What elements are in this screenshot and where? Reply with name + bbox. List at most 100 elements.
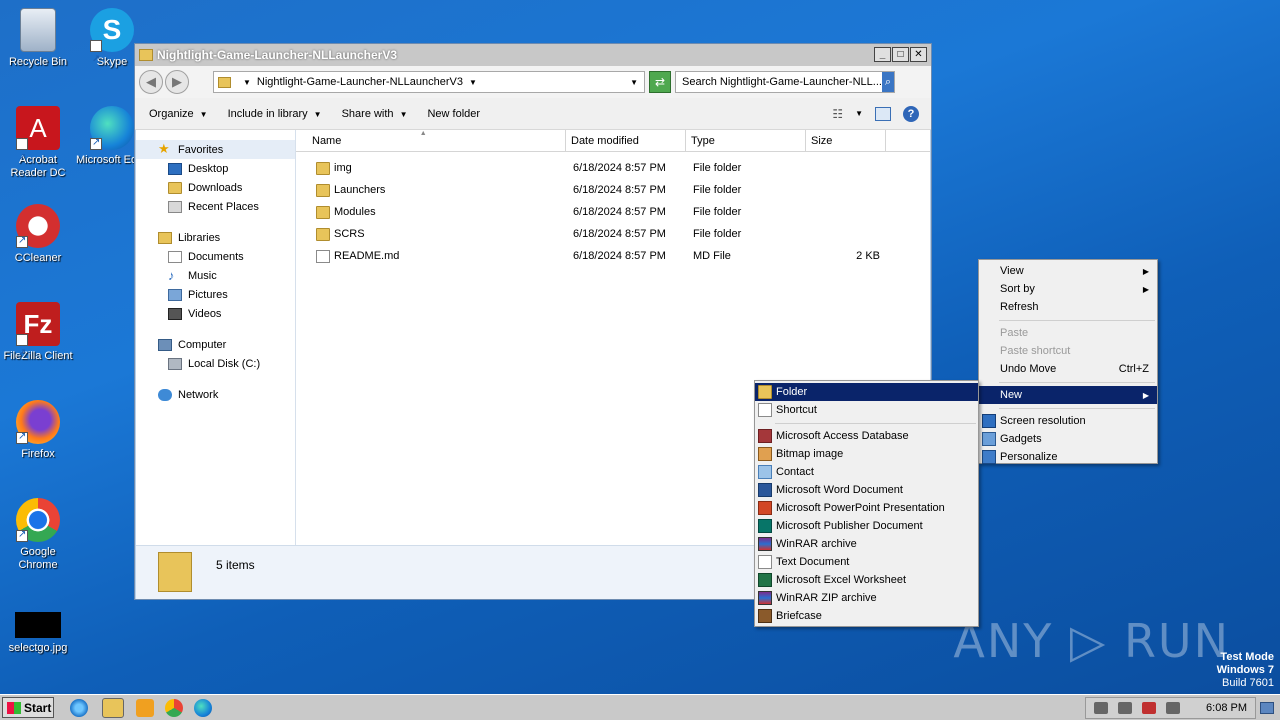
nav-desktop[interactable]: Desktop — [136, 159, 295, 178]
forward-button[interactable]: ▶ — [165, 70, 189, 94]
power-icon[interactable] — [1166, 701, 1181, 714]
new-item-shortcut[interactable]: Shortcut — [755, 401, 978, 419]
nav-music[interactable]: ♪ Music — [136, 266, 295, 285]
nav-documents[interactable]: Documents — [136, 247, 295, 266]
nav-pictures[interactable]: Pictures — [136, 285, 295, 304]
nav-libraries[interactable]: Libraries — [136, 228, 295, 247]
help-icon[interactable]: ? — [903, 105, 919, 122]
desktop-icon-selectgo[interactable]: selectgo.jpg — [0, 612, 76, 655]
new-item-publisher[interactable]: Microsoft Publisher Document — [755, 517, 978, 535]
chrome-icon[interactable] — [165, 698, 183, 717]
volume-icon[interactable] — [1094, 701, 1109, 714]
new-item-folder[interactable]: Folder — [755, 383, 978, 401]
file-date: 6/18/2024 8:57 PM — [573, 250, 666, 262]
new-item-excel[interactable]: Microsoft Excel Worksheet — [755, 571, 978, 589]
nav-downloads[interactable]: Downloads — [136, 178, 295, 197]
new-folder-button[interactable]: New folder — [427, 108, 480, 120]
acrobat-icon: A — [16, 106, 60, 180]
disk-icon — [168, 357, 182, 370]
shortcut-icon — [758, 403, 772, 417]
desktop-icon-label: Recycle Bin — [8, 56, 68, 68]
computer-icon — [158, 338, 172, 351]
menu-item-new[interactable]: New ▶ — [979, 386, 1157, 404]
back-button[interactable]: ◀ — [139, 70, 163, 94]
new-item-briefcase[interactable]: Briefcase — [755, 607, 978, 625]
winrar-icon — [758, 537, 772, 551]
menu-item-sort-by[interactable]: Sort by ▶ — [979, 280, 1157, 298]
desktop-icon-ccleaner[interactable]: CCleaner — [0, 204, 76, 265]
new-item-access[interactable]: Microsoft Access Database — [755, 427, 978, 445]
address-bar[interactable]: ▼ Nightlight-Game-Launcher-NLLauncherV3 … — [213, 71, 645, 93]
media-player-icon[interactable] — [136, 698, 154, 717]
show-desktop-button[interactable] — [1260, 701, 1274, 714]
menu-item-refresh[interactable]: Refresh — [979, 298, 1157, 316]
desktop-icon-filezilla[interactable]: Fz FileZilla Client — [0, 302, 76, 376]
column-size[interactable]: Size — [806, 130, 886, 151]
clock[interactable]: 6:08 PM — [1206, 702, 1247, 714]
pictures-icon — [168, 288, 182, 301]
menu-item-personalize[interactable]: Personalize — [979, 448, 1157, 466]
file-row[interactable]: Modules 6/18/2024 8:57 PM File folder — [296, 201, 930, 223]
file-row[interactable]: SCRS 6/18/2024 8:57 PM File folder — [296, 223, 930, 245]
search-input[interactable]: Search Nightlight-Game-Launcher-NLL... ⌕ — [675, 71, 895, 93]
file-explorer-icon[interactable] — [102, 697, 124, 718]
title-bar[interactable]: Nightlight-Game-Launcher-NLLauncherV3 _ … — [135, 44, 931, 66]
maximize-button[interactable]: □ — [892, 47, 909, 62]
skype-icon: S — [90, 8, 134, 82]
internet-explorer-icon[interactable] — [70, 698, 88, 717]
new-item-word[interactable]: Microsoft Word Document — [755, 481, 978, 499]
desktop-icon-recycle-bin[interactable]: Recycle Bin — [0, 8, 76, 69]
minimize-button[interactable]: _ — [874, 47, 891, 62]
menu-item-gadgets[interactable]: Gadgets — [979, 430, 1157, 448]
address-row: ◀ ▶ ▼ Nightlight-Game-Launcher-NLLaunche… — [135, 66, 931, 98]
preview-pane-icon[interactable] — [875, 106, 891, 121]
file-row[interactable]: img 6/18/2024 8:57 PM File folder — [296, 157, 930, 179]
file-row[interactable]: README.md 6/18/2024 8:57 PM MD File 2 KB — [296, 245, 930, 267]
address-dropdown-icon[interactable]: ▼ — [630, 78, 638, 87]
new-item-bitmap[interactable]: Bitmap image — [755, 445, 978, 463]
chevron-down-icon[interactable]: ▼ — [469, 78, 477, 87]
menu-item-screen-resolution[interactable]: Screen resolution — [979, 412, 1157, 430]
close-button[interactable]: ✕ — [910, 47, 927, 62]
shortcut-text: Ctrl+Z — [1118, 363, 1149, 375]
desktop-icon-acrobat[interactable]: A Acrobat Reader DC — [0, 106, 76, 180]
edge-icon[interactable] — [194, 698, 212, 717]
new-item-text[interactable]: Text Document — [755, 553, 978, 571]
column-type[interactable]: Type — [686, 130, 806, 151]
desktop-icon-chrome[interactable]: Google Chrome — [0, 498, 76, 572]
nav-videos[interactable]: Videos — [136, 304, 295, 323]
menu-item-undo-move[interactable]: Undo Move Ctrl+Z — [979, 360, 1157, 378]
chevron-right-icon: ▶ — [1142, 390, 1149, 400]
folder-icon — [758, 385, 772, 399]
chevron-down-icon[interactable]: ▼ — [855, 109, 863, 118]
nav-local-disk[interactable]: Local Disk (C:) — [136, 354, 295, 373]
action-center-icon[interactable] — [1142, 701, 1157, 714]
share-with-button[interactable]: Share with ▼ — [342, 108, 408, 120]
start-button[interactable]: Start — [2, 697, 54, 718]
menu-separator — [775, 423, 976, 424]
folder-icon — [316, 227, 330, 241]
nav-network[interactable]: Network — [136, 385, 295, 404]
column-name[interactable]: ▲ Name — [296, 130, 566, 151]
view-options-icon[interactable]: ☷ — [832, 107, 843, 121]
include-in-library-button[interactable]: Include in library ▼ — [228, 108, 322, 120]
column-date-modified[interactable]: Date modified — [566, 130, 686, 151]
file-row[interactable]: Launchers 6/18/2024 8:57 PM File folder — [296, 179, 930, 201]
search-icon[interactable]: ⌕ — [881, 72, 894, 92]
menu-separator — [999, 408, 1155, 409]
chevron-right-icon[interactable]: ▼ — [243, 78, 251, 87]
new-submenu: Folder Shortcut Microsoft Access Databas… — [754, 380, 979, 627]
menu-item-view[interactable]: View ▶ — [979, 262, 1157, 280]
ccleaner-icon — [16, 204, 60, 248]
new-item-winrar[interactable]: WinRAR archive — [755, 535, 978, 553]
new-item-contact[interactable]: Contact — [755, 463, 978, 481]
desktop-icon-firefox[interactable]: Firefox — [0, 400, 76, 461]
nav-favorites[interactable]: ★ Favorites — [136, 140, 295, 159]
nav-computer[interactable]: Computer — [136, 335, 295, 354]
refresh-icon[interactable]: ⇄ — [649, 71, 671, 93]
nav-recent-places[interactable]: Recent Places — [136, 197, 295, 216]
network-icon[interactable] — [1118, 701, 1133, 714]
new-item-winrar-zip[interactable]: WinRAR ZIP archive — [755, 589, 978, 607]
new-item-powerpoint[interactable]: Microsoft PowerPoint Presentation — [755, 499, 978, 517]
organize-button[interactable]: Organize ▼ — [149, 108, 208, 120]
